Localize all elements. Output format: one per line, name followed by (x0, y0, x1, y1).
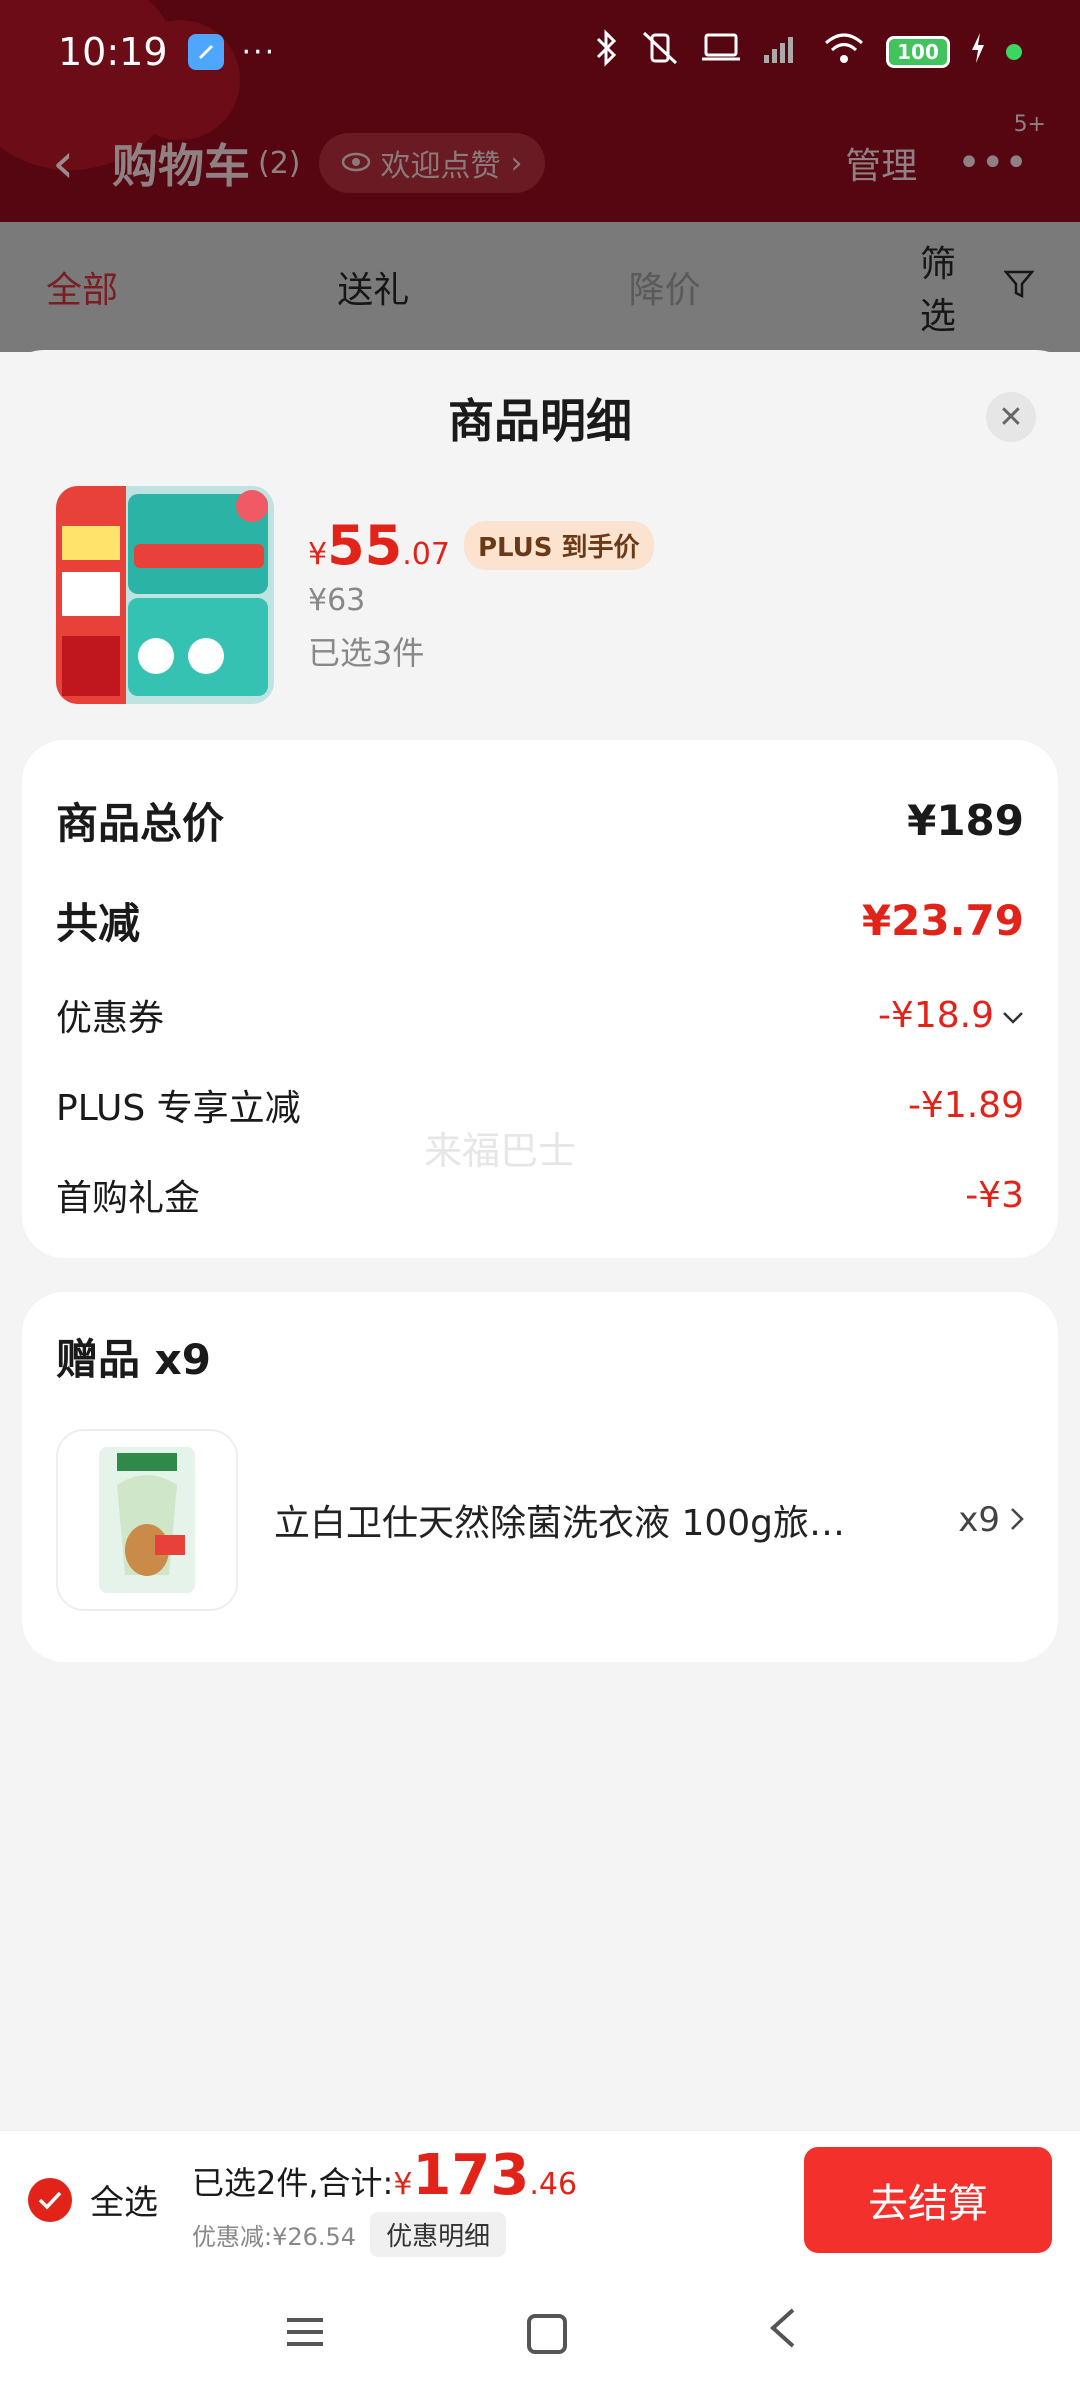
total-price-label: 商品总价 (56, 798, 225, 848)
product-info: ¥ 55 .07 PLUS 到手价 ¥63 已选3件 (308, 486, 654, 708)
discount-detail-button[interactable]: 优惠明细 (370, 2211, 507, 2257)
filter-label: 筛选 (919, 244, 956, 337)
original-price: ¥63 (308, 583, 366, 618)
eye-icon (341, 146, 371, 181)
battery-icon: 100 (886, 36, 950, 68)
total-integer: 173 (412, 2142, 530, 2208)
total-decimal: .46 (529, 2166, 578, 2202)
gift-card: 赠品 x9 立白卫仕天然除菌洗衣液 100g旅… x9 (22, 1292, 1058, 1662)
back-icon[interactable]: ‹ (52, 131, 102, 196)
chevron-down-icon[interactable] (1002, 999, 1024, 1032)
cart-navbar: ‹ 购物车 (2) 欢迎点赞 › 管理 ••• 5+ (0, 104, 1080, 222)
first-purchase-label: 首购礼金 (56, 1178, 201, 1219)
product-price: ¥ 55 .07 PLUS 到手价 (308, 514, 654, 577)
status-time: 10:19 (58, 30, 168, 74)
gift-item[interactable]: 立白卫仕天然除菌洗衣液 100g旅… x9 (56, 1429, 1024, 1611)
filter-icon (1003, 267, 1035, 308)
gift-quantity-value: x9 (958, 1500, 1000, 1540)
price-breakdown-card: 商品总价 ¥189 共减 ¥23.79 优惠券 -¥18.9 PLUS 专享立减… (22, 740, 1058, 1258)
coupon-row[interactable]: 优惠券 -¥18.9 (56, 970, 1024, 1060)
chevron-right-icon (1010, 1500, 1024, 1540)
price-integer: 55 (327, 514, 403, 577)
chevron-right-icon: › (510, 145, 523, 181)
privacy-indicator-dot (1006, 44, 1022, 60)
bluetooth-icon (592, 28, 620, 76)
gift-title: 赠品 x9 (56, 1335, 211, 1384)
selected-quantity: 已选3件 (308, 634, 425, 672)
plus-discount-label: PLUS 专享立减 (56, 1088, 301, 1129)
charging-icon (970, 32, 986, 72)
home-icon[interactable] (527, 2314, 567, 2354)
total-discount-value: ¥23.79 (861, 895, 1024, 945)
select-all-label[interactable]: 全选 (90, 2175, 158, 2224)
cart-count: (2) (258, 145, 301, 181)
checkout-bar: 全选 已选2件,合计: ¥ 173 .46 优惠减:¥26.54 优惠明细 去结… (0, 2130, 1080, 2268)
product-summary: ¥ 55 .07 PLUS 到手价 ¥63 已选3件 (56, 486, 1036, 708)
more-notifications-icon: ··· (241, 34, 277, 70)
plus-discount-value: -¥1.89 (907, 1084, 1024, 1126)
product-detail-sheet: 商品明细 ✕ ¥ 55 .07 PLUS 到手价 ¥63 已选3件 商品总价 ¥… (0, 350, 1080, 2130)
order-summary: 已选2件,合计: ¥ 173 .46 优惠减:¥26.54 优惠明细 (192, 2143, 577, 2257)
total-line: 已选2件,合计: ¥ 173 .46 (192, 2143, 577, 2208)
laptop-icon (700, 31, 742, 74)
manage-button[interactable]: 管理 (845, 137, 917, 189)
coupon-value: -¥18.9 (877, 994, 994, 1036)
system-nav-bar (0, 2268, 1080, 2400)
total-discount-label: 共减 (56, 898, 141, 948)
page-title: 购物车 (112, 139, 250, 193)
close-icon[interactable]: ✕ (986, 392, 1036, 442)
like-pill[interactable]: 欢迎点赞 › (318, 133, 545, 193)
plus-price-tag: PLUS 到手价 (463, 521, 654, 570)
filter-button[interactable]: 筛选 (919, 235, 1035, 339)
tab-price-drop[interactable]: 降价 (629, 261, 920, 313)
discount-amount: 优惠减:¥26.54 (192, 2222, 357, 2251)
product-thumbnail[interactable] (56, 486, 274, 704)
total-price-row: 商品总价 ¥189 (56, 770, 1024, 870)
cart-tabs: 全部 送礼 降价 筛选 (0, 222, 1080, 352)
price-symbol: ¥ (308, 537, 328, 572)
mute-vibrate-icon (640, 29, 680, 76)
app-notification-icon (187, 34, 224, 70)
coupon-label: 优惠券 (56, 998, 165, 1039)
like-pill-label: 欢迎点赞 (380, 149, 501, 184)
status-bar: 10:19 ··· 100 (0, 0, 1080, 104)
checkout-button[interactable]: 去结算 (804, 2146, 1052, 2253)
total-price-value: ¥189 (907, 795, 1024, 845)
more-menu-button[interactable]: ••• 5+ (957, 112, 1046, 186)
gift-name: 立白卫仕天然除菌洗衣液 100g旅… (274, 1503, 846, 1544)
summary-prefix: 已选2件,合计: (192, 2163, 394, 2202)
total-symbol: ¥ (393, 2166, 413, 2202)
more-icon: ••• (957, 140, 1028, 186)
wifi-icon (822, 31, 866, 74)
tab-all[interactable]: 全部 (46, 261, 337, 313)
watermark: 来福巴士 (424, 1129, 577, 1173)
tab-gift[interactable]: 送礼 (337, 261, 628, 313)
first-purchase-value: -¥3 (965, 1174, 1024, 1216)
menu-icon[interactable] (283, 2306, 327, 2362)
back-nav-icon[interactable] (767, 2306, 797, 2362)
gift-quantity: x9 (958, 1500, 1024, 1540)
total-discount-row: 共减 ¥23.79 (56, 870, 1024, 970)
discount-line: 优惠减:¥26.54 优惠明细 (192, 2211, 577, 2257)
sheet-header: 商品明细 ✕ (0, 350, 1080, 486)
message-badge: 5+ (1013, 112, 1046, 137)
gift-thumbnail (56, 1429, 238, 1611)
signal-icon (762, 31, 802, 74)
select-all-checkbox[interactable] (28, 2177, 72, 2222)
price-decimal: .07 (402, 537, 450, 572)
sheet-title: 商品明细 (448, 394, 632, 448)
